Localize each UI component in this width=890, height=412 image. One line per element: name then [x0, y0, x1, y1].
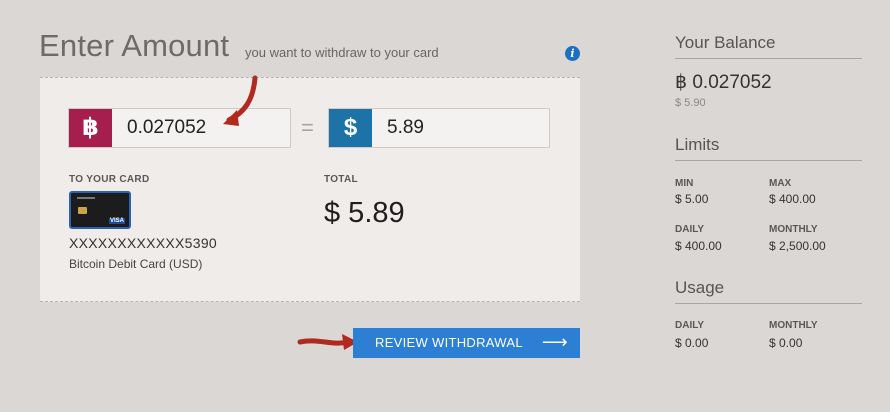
balance-heading: Your Balance [675, 33, 776, 52]
review-withdrawal-label: REVIEW WITHDRAWAL [375, 335, 523, 350]
card-chip [78, 207, 87, 214]
limit-min-label: MIN [675, 178, 694, 189]
limit-monthly-label: MONTHLY [769, 224, 818, 235]
debit-card-image: VISA [69, 191, 131, 229]
usage-heading: Usage [675, 278, 725, 297]
limits-heading: Limits [675, 135, 720, 154]
limit-daily-label: DAILY [675, 224, 705, 235]
card-number: XXXXXXXXXXXX5390 [69, 235, 217, 251]
usage-monthly-label: MONTHLY [769, 320, 818, 331]
balance-usd: $ 5.90 [675, 97, 706, 109]
equals-sign: = [301, 115, 314, 140]
arrow-right-icon: ⟶ [541, 332, 568, 352]
to-your-card-label: TO YOUR CARD [69, 174, 150, 185]
info-icon[interactable]: i [565, 46, 580, 61]
total-label: TOTAL [324, 174, 358, 185]
annotation-arrow-amount [223, 75, 258, 126]
limit-monthly-value: $ 2,500.00 [769, 239, 826, 253]
btc-amount-input[interactable]: 0.027052 [127, 109, 206, 147]
limit-daily-value: $ 400.00 [675, 239, 722, 253]
usage-daily-value: $ 0.00 [675, 336, 709, 350]
limit-max-label: MAX [769, 178, 792, 189]
balance-value: ฿ 0.027052 [675, 72, 772, 93]
withdraw-panel: ฿ 0.027052 = $ 5.89 TO YOUR CARD VISA XX… [40, 77, 580, 302]
usage-divider [675, 303, 862, 304]
card-stripe [77, 197, 95, 199]
page-subtitle: you want to withdraw to your card [245, 45, 439, 60]
usd-amount-input[interactable]: 5.89 [387, 109, 424, 147]
usd-amount-field[interactable]: $ 5.89 [328, 108, 550, 148]
limit-max-value: $ 400.00 [769, 192, 816, 206]
annotation-arrow-review [297, 334, 358, 350]
total-value: $ 5.89 [324, 197, 405, 229]
bitcoin-icon: ฿ [69, 109, 112, 147]
limits-divider [675, 160, 862, 161]
usage-monthly-value: $ 0.00 [769, 336, 803, 350]
review-withdrawal-button[interactable]: REVIEW WITHDRAWAL ⟶ [353, 328, 580, 358]
visa-logo: VISA [108, 218, 125, 224]
page-title: Enter Amount [39, 28, 230, 63]
panel-divider-top [40, 77, 580, 78]
usage-daily-label: DAILY [675, 320, 705, 331]
limit-min-value: $ 5.00 [675, 192, 709, 206]
balance-divider [675, 58, 862, 59]
dollar-icon: $ [329, 109, 372, 147]
card-name: Bitcoin Debit Card (USD) [69, 257, 203, 271]
panel-divider-bottom [40, 301, 580, 302]
